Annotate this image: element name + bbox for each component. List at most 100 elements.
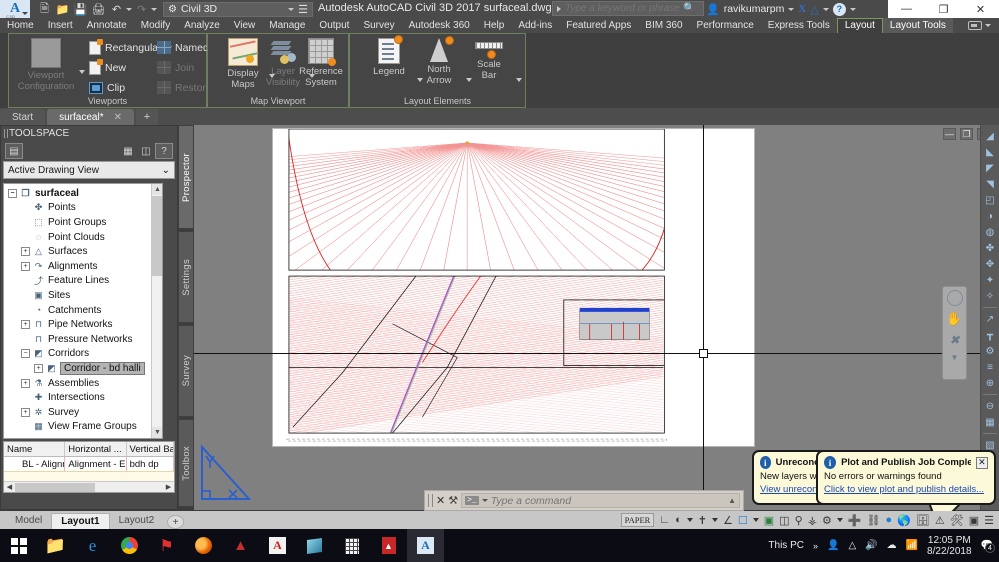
mozilla-firefox-icon[interactable]: [185, 529, 222, 562]
tree-item-points[interactable]: ✤ Points: [4, 201, 162, 216]
tree-item-surfaces[interactable]: + △ Surfaces: [4, 244, 162, 259]
tree-expander-plus-icon[interactable]: +: [21, 378, 30, 388]
ribbon-tab-view[interactable]: View: [227, 18, 263, 33]
point-edit-icon[interactable]: ✦: [982, 273, 998, 287]
scale-bar-dropdown-icon[interactable]: [516, 78, 522, 82]
chevron-up-icon[interactable]: △: [848, 540, 856, 551]
chevron-down-icon[interactable]: [22, 12, 28, 15]
polar-dropdown-icon[interactable]: [686, 518, 693, 522]
drawing-tab-start[interactable]: Start: [0, 109, 46, 125]
redo-dropdown-icon[interactable]: [151, 7, 157, 11]
isolate-objects-icon[interactable]: ●: [886, 514, 893, 526]
print-icon[interactable]: 🖨: [90, 1, 107, 17]
create-surface-icon[interactable]: ◢: [982, 129, 998, 143]
close-icon[interactable]: ✕: [975, 456, 988, 469]
tree-expander-plus-icon[interactable]: +: [34, 363, 43, 373]
new-viewport-button[interactable]: New: [89, 58, 126, 77]
search-input[interactable]: [565, 3, 683, 14]
chevron-down-icon[interactable]: ⌄: [162, 165, 170, 176]
toolspace-tab-prospector[interactable]: Prospector: [178, 125, 194, 229]
zoom-orbit-icon[interactable]: ✖: [947, 332, 963, 348]
add-drawing-tab-button[interactable]: +: [135, 109, 158, 125]
point-annotate-icon[interactable]: ✥: [982, 257, 998, 271]
save-icon[interactable]: 💾: [72, 1, 89, 17]
space-badge[interactable]: PAPER: [620, 513, 655, 527]
scale-bar-button[interactable]: Scale Bar: [458, 38, 520, 81]
help-icon[interactable]: ?: [832, 2, 846, 16]
ribbon-tab-bim-360[interactable]: BIM 360: [638, 18, 689, 33]
restore-button[interactable]: ❐: [925, 0, 962, 18]
tree-item-point-clouds[interactable]: ◌ Point Clouds: [4, 230, 162, 245]
scroll-left-icon[interactable]: ◀: [4, 483, 15, 491]
grading-icon[interactable]: ◤: [982, 161, 998, 175]
scroll-up-icon[interactable]: ▲: [728, 496, 736, 505]
pipe-layout-icon[interactable]: ⊕: [982, 376, 998, 390]
polar-tracking-icon[interactable]: ◐: [675, 514, 682, 526]
annotation-visibility-icon[interactable]: ◫: [779, 514, 789, 527]
search-box[interactable]: 🔍: [552, 1, 704, 16]
surface-tools-icon[interactable]: ◥: [982, 177, 998, 191]
scrollbar-thumb[interactable]: [152, 196, 162, 276]
ortho-icon[interactable]: ∟: [659, 514, 670, 526]
fullscreen-icon[interactable]: ▣: [969, 514, 979, 527]
volume-icon[interactable]: 🔊: [865, 540, 877, 551]
redo-icon[interactable]: ↷: [133, 1, 150, 17]
chevron-down-icon[interactable]: [985, 24, 991, 27]
ribbon-tab-output[interactable]: Output: [312, 18, 356, 33]
tree-expander-minus-icon[interactable]: −: [8, 188, 17, 198]
viewport-restore-button[interactable]: ❐: [960, 128, 973, 140]
add-icon[interactable]: ➕: [848, 514, 862, 527]
tree-scrollbar[interactable]: ▲ ▼: [151, 184, 162, 438]
point-group-icon[interactable]: ✧: [982, 289, 998, 303]
file-explorer-icon[interactable]: 📁: [37, 529, 74, 562]
toolspace-tab-survey[interactable]: Survey: [178, 325, 194, 417]
notification-link[interactable]: Click to view plot and publish details..…: [818, 483, 994, 496]
ribbon-tab-autodesk-360[interactable]: Autodesk 360: [402, 18, 477, 33]
exchange-apps-icon[interactable]: X: [798, 3, 806, 15]
scroll-down-icon[interactable]: ▼: [152, 427, 162, 438]
angle-icon[interactable]: ∠: [723, 514, 733, 527]
toolspace-tab-settings[interactable]: Settings: [178, 231, 194, 323]
grid-scrollbar[interactable]: ◀ ▶: [4, 481, 174, 492]
chevron-down-icon[interactable]: ▼: [951, 353, 959, 362]
onedrive-icon[interactable]: ☁: [887, 540, 897, 551]
point-create-icon[interactable]: ✤: [982, 241, 998, 255]
drawing-tab-surfaceal[interactable]: surfaceal* ✕: [47, 109, 134, 125]
people-icon[interactable]: 👤: [827, 540, 839, 551]
open-icon[interactable]: 📁: [54, 1, 71, 17]
tree-item-corridors[interactable]: − ◩ Corridors: [4, 347, 162, 362]
scroll-up-icon[interactable]: ▲: [152, 184, 162, 195]
panorama-icon[interactable]: ◫: [137, 143, 155, 159]
toolspace-item-grid[interactable]: Name Horizontal ... Vertical Ba BL - Align…: [3, 441, 175, 493]
ribbon-tab-home[interactable]: Home: [0, 18, 41, 33]
tree-item-assemblies[interactable]: + ⚗ Assemblies: [4, 376, 162, 391]
pan-hand-icon[interactable]: ✋: [946, 311, 962, 327]
ribbon-tab-layout[interactable]: Layout: [836, 18, 883, 33]
layout-tab-model[interactable]: Model: [6, 513, 51, 529]
onenote-icon[interactable]: [296, 529, 333, 562]
named-viewport-button[interactable]: Named: [157, 38, 209, 57]
toolspace-tree[interactable]: − ❐ surfaceal ✤ Points ⬚ Point Groups ◌ Point Cl…: [3, 183, 163, 439]
tree-expander-plus-icon[interactable]: +: [21, 247, 30, 257]
chevron-down-icon[interactable]: [849, 7, 856, 11]
command-line[interactable]: ✕ ⚒ >_ ▲: [424, 490, 744, 511]
ribbon-tab-manage[interactable]: Manage: [262, 18, 312, 33]
lock-ui-icon[interactable]: ⛓: [867, 514, 881, 527]
hardware-warn-icon[interactable]: 🛠: [950, 514, 964, 527]
this-pc-label[interactable]: This PC: [768, 540, 804, 551]
grid-row[interactable]: BL - Alignn Alignment - Ebdh dp: [4, 457, 174, 472]
close-icon[interactable]: ✕: [114, 112, 122, 123]
viewport-minimize-button[interactable]: —: [943, 128, 956, 140]
autocad-icon[interactable]: A: [259, 529, 296, 562]
osnap-dropdown-icon[interactable]: [712, 518, 719, 522]
surface-contours-icon[interactable]: ◣: [982, 145, 998, 159]
data-shortcuts-icon[interactable]: ▦: [119, 143, 137, 159]
tree-item-view-frame-groups[interactable]: ▦ View Frame Groups: [4, 420, 162, 435]
workspace-gear-icon[interactable]: ⚙: [822, 514, 832, 527]
layout-tab-layout2[interactable]: Layout2: [110, 513, 164, 529]
grid-header-cell[interactable]: Horizontal ...: [65, 442, 127, 456]
undo-dropdown-icon[interactable]: [126, 7, 132, 11]
ribbon-tab-performance[interactable]: Performance: [690, 18, 761, 33]
chevron-down-icon[interactable]: [288, 7, 294, 11]
ribbon-tab-featured-apps[interactable]: Featured Apps: [559, 18, 638, 33]
